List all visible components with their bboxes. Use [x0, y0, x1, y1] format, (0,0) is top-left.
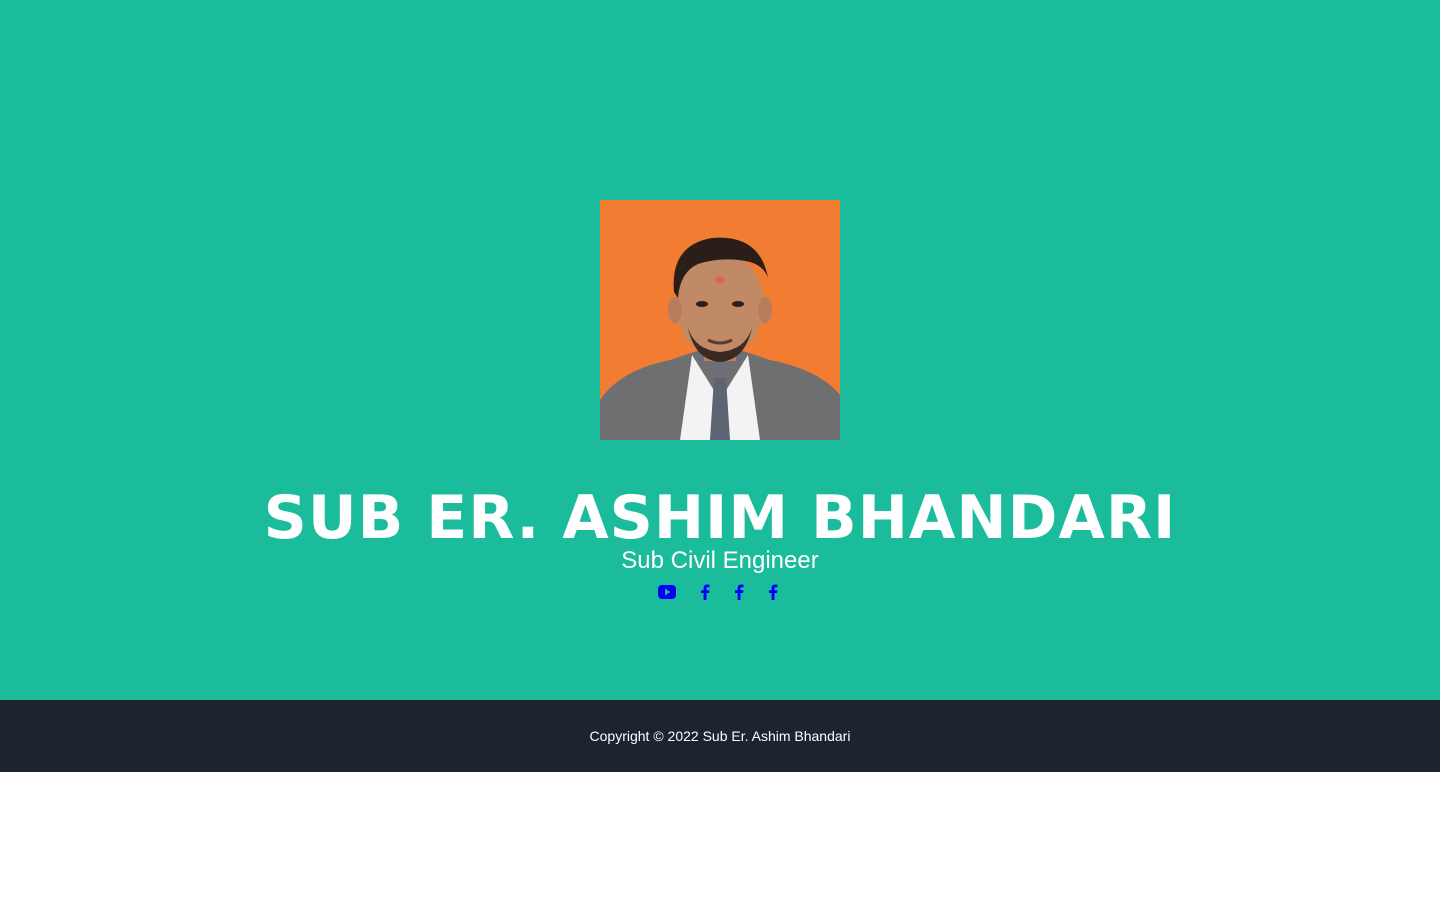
youtube-link[interactable]	[656, 581, 678, 603]
profile-title: Sub Civil Engineer	[621, 547, 819, 574]
page-footer: Copyright © 2022 Sub Er. Ashim Bhandari	[0, 700, 1440, 772]
profile-photo	[600, 200, 840, 440]
social-links	[0, 580, 1440, 604]
youtube-icon	[658, 585, 676, 599]
facebook-icon	[769, 584, 778, 600]
facebook-link-2[interactable]	[728, 581, 750, 603]
facebook-icon	[735, 584, 744, 600]
facebook-icon	[701, 584, 710, 600]
facebook-link-3[interactable]	[762, 581, 784, 603]
facebook-link-1[interactable]	[694, 581, 716, 603]
copyright-text: Copyright © 2022 Sub Er. Ashim Bhandari	[589, 728, 851, 744]
profile-photo-image	[600, 200, 840, 440]
hero-section: SUB ER. ASHIM BHANDARI Sub Civil Enginee…	[0, 0, 1440, 700]
